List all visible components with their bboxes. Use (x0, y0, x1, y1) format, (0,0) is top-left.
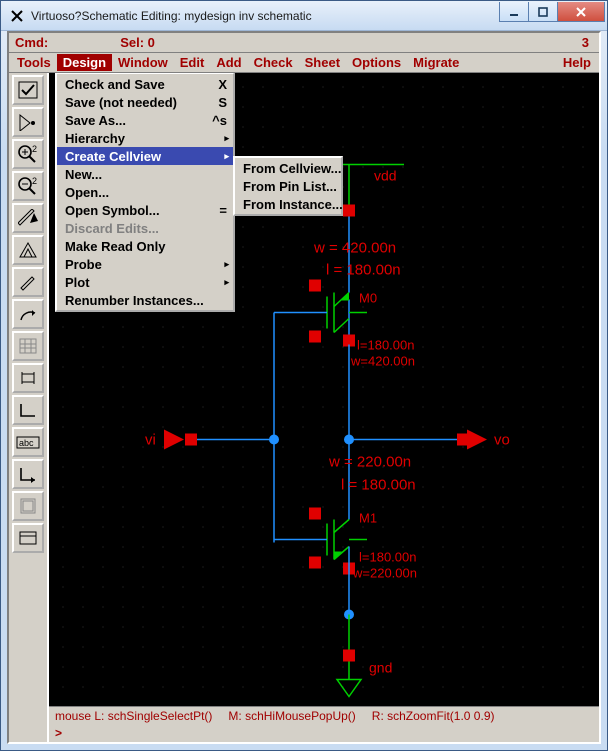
menu-check[interactable]: Check (248, 54, 299, 71)
zoom-out-icon[interactable]: 2 (12, 171, 44, 201)
svg-text:l=180.00n: l=180.00n (357, 338, 414, 353)
svg-text:abc: abc (19, 438, 34, 448)
svg-text:2: 2 (32, 176, 37, 186)
create-cellview-submenu[interactable]: From Cellview... From Pin List... From I… (233, 156, 343, 216)
mouse-mid-hint: M: schHiMousePopUp() (228, 709, 355, 723)
submenu-from-cellview[interactable]: From Cellview... (235, 159, 341, 177)
schematic-canvas[interactable]: vdd (49, 73, 599, 706)
ruler-icon[interactable] (12, 203, 44, 233)
window-close-button[interactable] (557, 2, 605, 22)
zoom-in-icon[interactable]: 2 (12, 139, 44, 169)
save-icon[interactable] (12, 107, 44, 137)
mouse-left-hint: mouse L: schSingleSelectPt() (55, 709, 212, 723)
window-title: Virtuoso?Schematic Editing: mydesign inv… (31, 9, 312, 23)
pin-marker (343, 205, 355, 217)
svg-text:w=420.00n: w=420.00n (350, 354, 415, 369)
menu-hierarchy[interactable]: Hierarchy▸ (57, 129, 233, 147)
menu-tools[interactable]: Tools (11, 54, 57, 71)
menu-renumber[interactable]: Renumber Instances... (57, 291, 233, 309)
vdd-label: vdd (374, 168, 397, 184)
mouse-hint-bar: mouse L: schSingleSelectPt() M: schHiMou… (49, 706, 599, 724)
pencil-icon[interactable] (12, 267, 44, 297)
svg-text:w=220.00n: w=220.00n (352, 566, 417, 581)
menu-open[interactable]: Open... (57, 183, 233, 201)
selection-count: Sel: 0 (120, 35, 155, 50)
svg-text:w = 420.00n: w = 420.00n (313, 240, 396, 257)
menu-design[interactable]: Design (57, 54, 112, 71)
menu-help[interactable]: Help (557, 54, 597, 71)
sheet-icon[interactable] (12, 491, 44, 521)
nmos-m1: w = 220.00n l = 180.00n (274, 454, 417, 620)
label-box-icon[interactable]: abc (12, 427, 44, 457)
check-icon[interactable] (12, 75, 44, 105)
pmos-m0: M0 w = 420.00n l = 180.00n l=180.00n w=4… (274, 217, 415, 369)
app-icon (9, 8, 25, 24)
window-titlebar: Virtuoso?Schematic Editing: mydesign inv… (1, 1, 607, 31)
hierarchy-icon[interactable] (12, 235, 44, 265)
menu-discard-edits: Discard Edits... (57, 219, 233, 237)
menu-migrate[interactable]: Migrate (407, 54, 465, 71)
pin-icon[interactable] (12, 459, 44, 489)
status-number: 3 (582, 35, 593, 50)
menu-options[interactable]: Options (346, 54, 407, 71)
cmd-icon[interactable] (12, 523, 44, 553)
menu-add[interactable]: Add (210, 54, 247, 71)
mouse-right-hint: R: schZoomFit(1.0 0.9) (372, 709, 495, 723)
menu-sheet[interactable]: Sheet (299, 54, 346, 71)
design-dropdown[interactable]: Check and SaveX Save (not needed)S Save … (55, 73, 235, 312)
menu-check-and-save[interactable]: Check and SaveX (57, 75, 233, 93)
gnd-label: gnd (369, 660, 392, 676)
menu-open-symbol[interactable]: Open Symbol...= (57, 201, 233, 219)
arc-icon[interactable] (12, 299, 44, 329)
vi-label: vi (145, 432, 156, 449)
svg-text:l = 180.00n: l = 180.00n (341, 477, 416, 494)
menu-plot[interactable]: Plot▸ (57, 273, 233, 291)
svg-text:2: 2 (32, 144, 37, 154)
svg-text:w = 220.00n: w = 220.00n (328, 454, 411, 471)
menu-create-cellview[interactable]: Create Cellview▸ (57, 147, 233, 165)
wire-icon[interactable] (12, 395, 44, 425)
window-minimize-button[interactable] (499, 2, 529, 22)
menu-save-as[interactable]: Save As...^s (57, 111, 233, 129)
submenu-from-pinlist[interactable]: From Pin List... (235, 177, 341, 195)
menu-window[interactable]: Window (112, 54, 174, 71)
menu-edit[interactable]: Edit (174, 54, 211, 71)
grid-icon[interactable] (12, 331, 44, 361)
component-icon[interactable] (12, 363, 44, 393)
vo-label: vo (494, 432, 510, 449)
menu-probe[interactable]: Probe▸ (57, 255, 233, 273)
menu-save[interactable]: Save (not needed)S (57, 93, 233, 111)
svg-text:M1: M1 (359, 511, 377, 526)
menu-bar: Tools Design Window Edit Add Check Sheet… (9, 53, 599, 73)
svg-text:l=180.00n: l=180.00n (359, 550, 416, 565)
menu-make-read-only[interactable]: Make Read Only (57, 237, 233, 255)
submenu-from-instance[interactable]: From Instance... (235, 195, 341, 213)
svg-text:M0: M0 (359, 291, 377, 306)
command-prompt[interactable]: > (49, 724, 599, 742)
cmd-label: Cmd: (15, 35, 48, 50)
svg-text:l = 180.00n: l = 180.00n (326, 262, 401, 279)
command-bar: Cmd: Sel: 0 3 (9, 33, 599, 53)
window-maximize-button[interactable] (528, 2, 558, 22)
menu-new[interactable]: New... (57, 165, 233, 183)
left-toolbar: 2 2 abc (9, 73, 49, 742)
